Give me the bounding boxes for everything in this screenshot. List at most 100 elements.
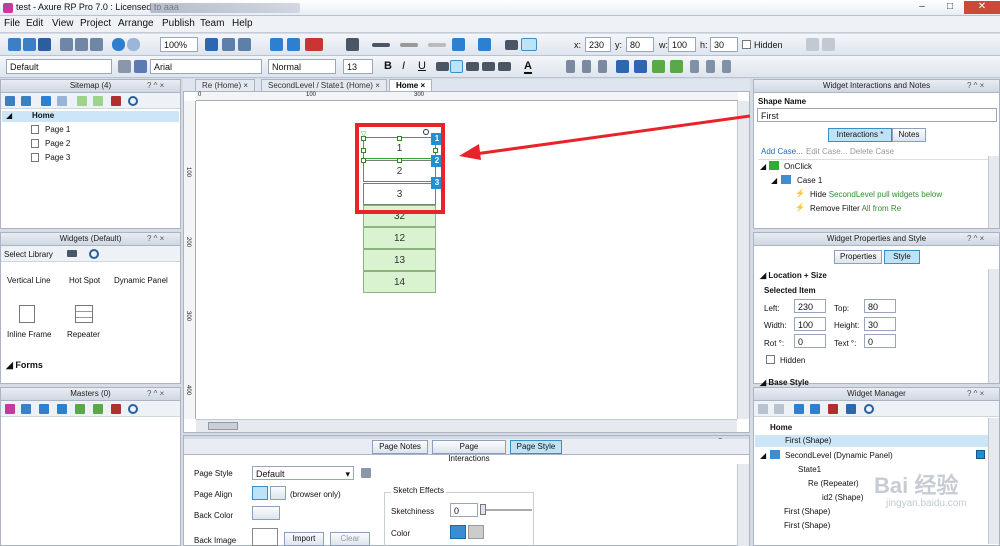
align-center-icon[interactable] [450,60,463,73]
shape-name-input[interactable]: First [757,108,997,122]
align-objects-right-icon[interactable] [598,60,607,73]
indent-icon[interactable] [75,404,85,414]
tab-style[interactable]: Style [884,250,920,264]
sitemap-item-page1[interactable]: Page 1 [45,125,70,134]
widgets-panel-controls[interactable]: ? ^ × [147,234,164,243]
delete-case-link[interactable]: Delete Case [850,147,894,156]
close-button[interactable]: ✕ [964,1,1000,14]
search-icon[interactable] [89,249,99,259]
redo-icon[interactable] [127,38,140,51]
menu-arrange[interactable]: Arrange [118,18,154,29]
copy-icon[interactable] [75,38,88,51]
share-icon[interactable] [287,38,300,51]
case-item[interactable]: Case 1 [797,176,822,185]
new-icon[interactable] [8,38,21,51]
repeater-cell[interactable]: 13 [363,249,436,271]
top-input[interactable]: 80 [864,299,896,313]
zoom-select[interactable]: 100% [160,37,198,52]
widget-repeater[interactable]: Repeater [67,330,100,339]
sketchiness-input[interactable]: 0 [450,503,478,517]
forms-section[interactable]: ◢ Forms [6,360,43,371]
import-button[interactable]: Import [284,532,324,546]
tab-properties[interactable]: Properties [834,250,882,264]
menu-project[interactable]: Project [80,18,111,29]
sitemap-item-home[interactable]: ◢ Home [2,111,179,122]
move-up-icon[interactable] [39,404,49,414]
menu-view[interactable]: View [52,18,74,29]
search-icon[interactable] [864,404,874,414]
back-color-picker[interactable] [252,506,280,520]
menu-edit[interactable]: Edit [26,18,43,29]
menu-file[interactable]: File [4,18,20,29]
align-objects-center-icon[interactable] [582,60,591,73]
bullets-icon[interactable] [498,62,511,71]
style-select[interactable]: Default [6,59,112,74]
align-middle-icon[interactable] [634,60,647,73]
location-size-section[interactable]: ◢ Location + Size [760,271,827,280]
interactions-scrollbar[interactable] [988,156,999,228]
menu-help[interactable]: Help [232,18,253,29]
tab-page-notes[interactable]: Page Notes [372,440,428,454]
arrow-style-icon[interactable] [428,43,446,47]
edit-case-link[interactable]: Edit Case... [806,147,847,156]
outdent-icon[interactable] [93,404,103,414]
move-down-icon[interactable] [810,404,820,414]
text-rot-input[interactable]: 0 [864,334,896,348]
widget-dynamic-panel[interactable]: Dynamic Panel [114,276,168,285]
publish-icon[interactable] [305,38,323,51]
masters-panel-controls[interactable]: ? ^ × [147,389,164,398]
bring-front-icon[interactable] [690,60,699,73]
send-back-icon[interactable] [706,60,715,73]
move-down-icon[interactable] [57,96,67,106]
slider-thumb[interactable] [480,504,486,515]
repeater-cell[interactable]: 12 [363,227,436,249]
manager-panel-controls[interactable]: ? ^ × [967,389,984,398]
align-objects-left-icon[interactable] [566,60,575,73]
x-input[interactable]: 230 [585,37,611,52]
width-input[interactable]: 100 [794,317,826,331]
height-input[interactable]: 30 [864,317,896,331]
manager-item-state1[interactable]: State1 [798,465,821,474]
expand-icon[interactable]: ◢ [6,111,12,120]
canvas-horizontal-scrollbar[interactable] [196,419,737,432]
move-up-icon[interactable] [41,96,51,106]
manager-item-home[interactable]: Home [770,423,792,432]
add-state-icon[interactable] [758,404,768,414]
preview-icon[interactable] [270,38,283,51]
add-folder-icon[interactable] [21,404,31,414]
weight-select[interactable]: Normal [268,59,336,74]
page-style-select[interactable]: Default ▾ [252,466,354,480]
color-mode-icon[interactable] [450,525,466,539]
action-remove-filter[interactable]: Remove Filter All from Re [810,204,901,213]
manager-item-secondlevel[interactable]: SecondLevel (Dynamic Panel) [785,451,893,460]
add-master-icon[interactable] [5,404,15,414]
expand-icon[interactable]: ◢ [760,451,766,460]
tab-secondlevel[interactable]: SecondLevel / State1 (Home) × [261,79,387,91]
manager-item-first[interactable]: First (Shape) [784,507,830,516]
add-case-link[interactable]: Add Case... [761,147,803,156]
add-folder-icon[interactable] [21,96,31,106]
visibility-toggle[interactable] [976,450,985,459]
manager-scrollbar[interactable] [988,418,999,544]
underline-button[interactable]: U [418,60,426,72]
sitemap-panel-controls[interactable]: ? ^ × [147,81,164,90]
manager-item-first-selected[interactable]: First (Shape) [755,435,990,447]
shadow-icon[interactable] [478,38,491,51]
cut-icon[interactable] [60,38,73,51]
minimize-button[interactable]: – [908,1,936,14]
group-icon[interactable] [722,60,731,73]
align-bottom-icon[interactable] [652,60,665,73]
lock-icon[interactable] [806,38,819,51]
line-weight-icon[interactable] [372,43,390,47]
rot-input[interactable]: 0 [794,334,826,348]
left-input[interactable]: 230 [794,299,826,313]
widget-hot-spot[interactable]: Hot Spot [69,276,100,285]
delete-page-icon[interactable] [111,96,121,106]
maximize-button[interactable]: □ [936,1,964,14]
delete-master-icon[interactable] [111,404,121,414]
widget-vertical-line[interactable]: Vertical Line [7,276,51,285]
base-style-section[interactable]: ◢ Base Style [760,378,809,387]
sketchiness-slider[interactable] [482,509,532,511]
distribute-icon[interactable] [670,60,683,73]
h-input[interactable]: 30 [710,37,738,52]
